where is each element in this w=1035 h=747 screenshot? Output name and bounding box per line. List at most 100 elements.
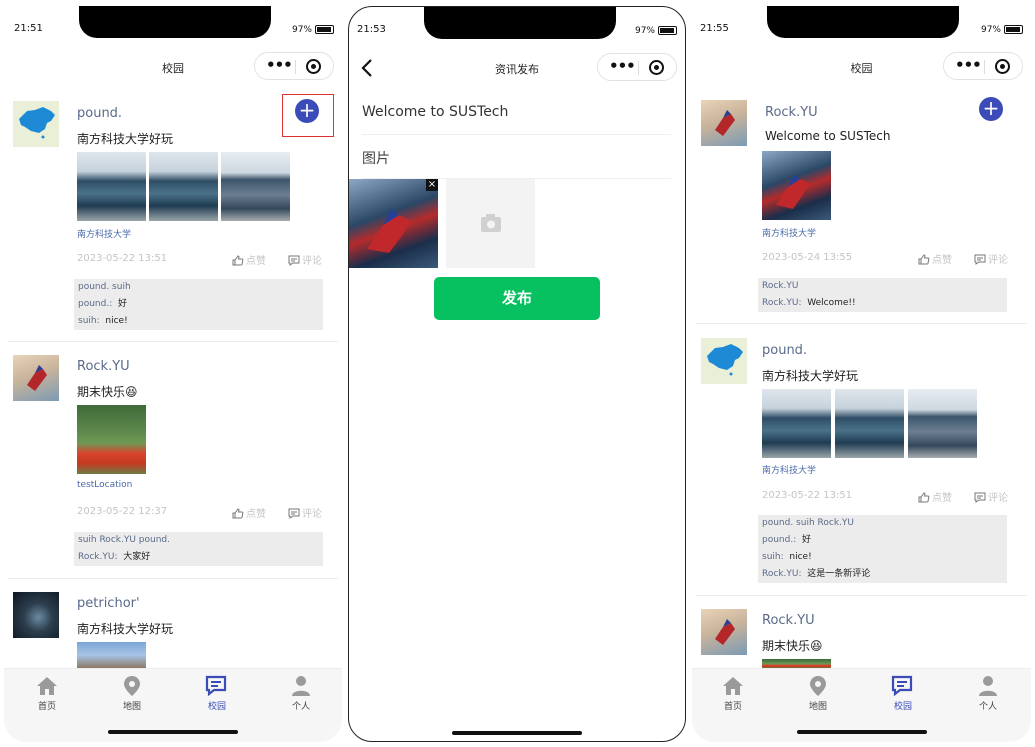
post-author[interactable]: Rock.YU [77,359,130,374]
post-location[interactable]: 南方科技大学 [762,226,816,239]
post-date: 2023-05-22 13:51 [762,490,853,501]
avatar[interactable] [13,592,59,638]
comment-button[interactable]: 评论 [288,505,322,520]
post-text: 期末快乐😆 [762,639,823,653]
tab-label: 校园 [893,702,912,712]
add-post-button[interactable]: + [979,97,1003,121]
comment-author[interactable]: Rock.YU: [762,569,802,579]
title-input[interactable]: Welcome to SUSTech [362,104,508,120]
like-button[interactable]: 点赞 [232,505,266,520]
more-icon[interactable]: ••• [266,58,293,73]
comment-author[interactable]: Rock.YU: [78,552,118,562]
comment-box: Rock.YU Rock.YU: Welcome!! [758,278,1007,312]
like-button[interactable]: 点赞 [918,251,952,266]
publish-button[interactable]: 发布 [434,277,600,320]
battery-percent: 97% [980,25,1001,35]
comment-author[interactable]: Rock.YU: [762,298,802,308]
post-image[interactable] [835,389,904,458]
comment-text: 好 [801,535,811,545]
comment-button[interactable]: 评论 [974,489,1008,504]
post-image[interactable] [221,152,290,221]
comment-label: 评论 [302,509,322,520]
camera-icon [481,214,501,232]
status-bar: 21:55 97% [692,6,1031,46]
uploaded-image[interactable]: × [349,179,438,268]
likers-list: suih Rock.YU pound. [78,535,170,545]
like-button[interactable]: 点赞 [918,489,952,504]
tab-campus[interactable]: 校园 [873,675,933,712]
post-author[interactable]: pound. [762,343,807,358]
comment-author[interactable]: pound.: [762,535,796,545]
post-image[interactable] [77,642,146,668]
post-image[interactable] [77,405,146,474]
comment-label: 评论 [302,256,322,267]
avatar[interactable] [701,609,747,655]
comment-author[interactable]: suih: [78,316,100,326]
tab-home[interactable]: 首页 [17,675,77,712]
comment-row: suih: nice! [74,313,323,330]
post-location[interactable]: 南方科技大学 [77,227,131,240]
tab-label: 地图 [808,702,827,712]
close-target-icon[interactable] [995,59,1010,74]
like-label: 点赞 [932,255,952,266]
phone-campus-feed: 21:51 97% 校园 ••• + pound. 南方科技大学好玩 南方科技大… [4,6,342,742]
tab-campus[interactable]: 校园 [187,675,247,712]
post-image[interactable] [149,152,218,221]
comment-author[interactable]: suih: [762,552,784,562]
tab-home[interactable]: 首页 [703,675,763,712]
divider [8,341,338,342]
comment-author[interactable]: pound.: [78,299,112,309]
more-icon[interactable]: ••• [955,58,982,73]
post-location[interactable]: 南方科技大学 [762,463,816,476]
post-image[interactable] [762,151,831,220]
post-text: Welcome to SUSTech [765,129,891,143]
post-image[interactable] [762,389,831,458]
post-text: 南方科技大学好玩 [77,622,174,636]
post-author[interactable]: petrichor' [77,596,140,611]
comment-button[interactable]: 评论 [974,251,1008,266]
comment-row: suih: nice! [758,549,1007,566]
post-location[interactable]: testLocation [77,480,132,490]
avatar[interactable] [701,100,747,146]
post-date: 2023-05-22 13:51 [77,253,168,264]
avatar[interactable] [13,355,59,401]
nav-bar: 资讯发布 ••• [349,51,685,87]
tab-map[interactable]: 地图 [788,675,848,712]
mini-program-capsule: ••• [254,52,334,80]
likers-list: Rock.YU [762,281,799,291]
battery-percent: 97% [291,25,312,35]
home-indicator [452,731,582,735]
post-author[interactable]: Rock.YU [762,613,815,628]
post-author[interactable]: Rock.YU [765,105,818,120]
close-target-icon[interactable] [649,60,664,75]
comment-button[interactable]: 评论 [288,252,322,267]
highlight-box [282,94,334,137]
tab-profile[interactable]: 个人 [271,675,331,712]
comment-text: 这是一条新评论 [807,569,871,579]
like-label: 点赞 [932,493,952,504]
like-button[interactable]: 点赞 [232,252,266,267]
user-icon [979,676,997,696]
tab-profile[interactable]: 个人 [958,675,1018,712]
post-text: 南方科技大学好玩 [77,132,174,146]
post-image[interactable] [908,389,977,458]
avatar[interactable] [701,338,747,384]
tab-map[interactable]: 地图 [102,675,162,712]
add-image-button[interactable] [446,179,535,268]
post-image[interactable] [762,659,831,668]
avatar[interactable] [13,101,59,147]
comment-row: Rock.YU: 大家好 [74,549,323,566]
post-author[interactable]: pound. [77,106,122,121]
battery-icon [658,26,677,35]
home-indicator [796,730,927,734]
map-pin-icon [124,676,140,696]
post-image[interactable] [77,152,146,221]
post-date: 2023-05-22 12:37 [77,506,168,517]
remove-image-button[interactable]: × [426,179,438,191]
chat-icon [891,675,913,697]
divider [696,323,1027,324]
close-target-icon[interactable] [306,59,321,74]
tab-label: 地图 [122,702,141,712]
like-label: 点赞 [246,256,266,267]
more-icon[interactable]: ••• [609,59,636,74]
